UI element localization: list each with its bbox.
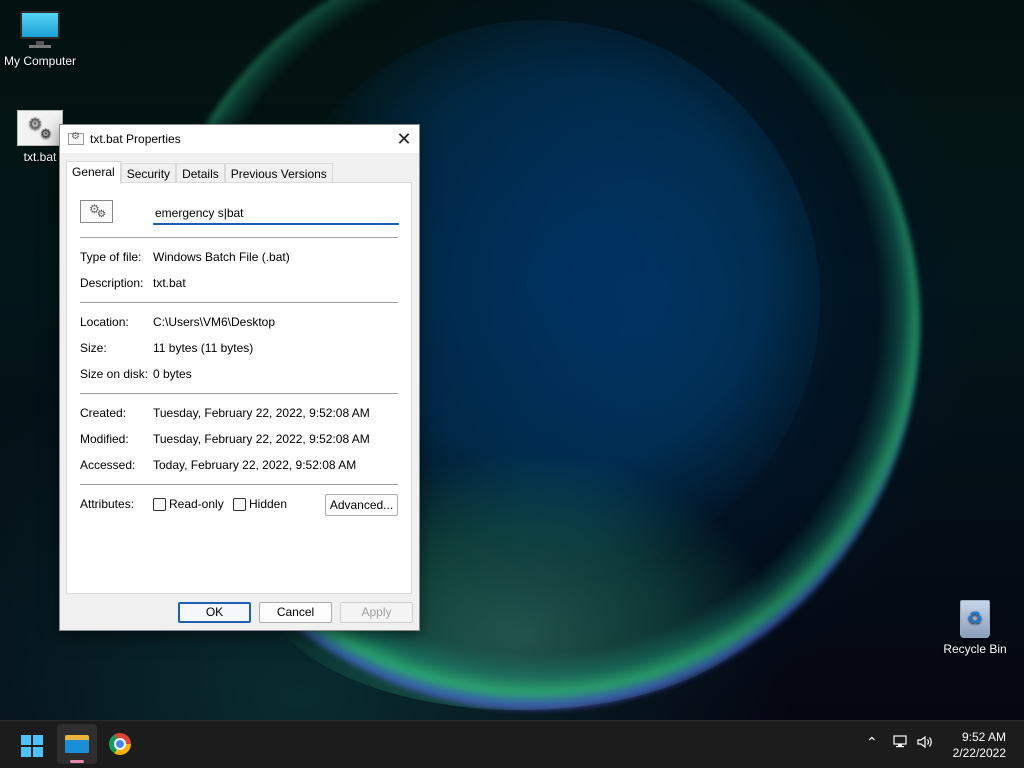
file-type-icon: ⚙ ⚙ [80, 200, 113, 223]
desktop-icon-label: My Computer [3, 54, 77, 68]
tab-previous-versions[interactable]: Previous Versions [224, 163, 333, 184]
location-value: C:\Users\VM6\Desktop [153, 315, 276, 329]
accessed-label: Accessed: [80, 458, 136, 472]
dialog-titlebar[interactable]: ⚙ txt.bat Properties ✕ [60, 125, 419, 153]
accessed-value: Today, February 22, 2022, 9:52:08 AM [153, 458, 357, 472]
volume-icon[interactable] [917, 735, 935, 751]
cancel-button[interactable]: Cancel [259, 602, 332, 623]
apply-button[interactable]: Apply [340, 602, 413, 623]
general-tab-panel: ⚙ ⚙ Type of file: Windows Batch File (.b… [66, 182, 412, 594]
created-label: Created: [80, 406, 127, 420]
chevron-up-icon[interactable]: ⌃ [866, 735, 878, 749]
file-name-input[interactable] [153, 202, 399, 225]
chrome-button[interactable] [100, 724, 140, 764]
hidden-label[interactable]: Hidden [249, 497, 287, 511]
divider [80, 237, 398, 238]
close-button[interactable]: ✕ [389, 125, 419, 153]
read-only-checkbox[interactable] [153, 498, 166, 511]
attributes-label: Attributes: [80, 497, 135, 511]
size-on-disk-label: Size on disk: [80, 367, 149, 381]
close-icon: ✕ [396, 128, 412, 149]
divider [80, 484, 398, 485]
advanced-button[interactable]: Advanced... [325, 494, 398, 516]
monitor-icon [19, 8, 61, 50]
file-explorer-button[interactable] [57, 724, 97, 764]
type-of-file-label: Type of file: [80, 250, 142, 264]
clock-date: 2/22/2022 [952, 746, 1006, 760]
recycle-bin-icon: ♻ [958, 596, 992, 638]
desktop-icon-my-computer[interactable]: My Computer [0, 8, 80, 68]
running-indicator [70, 760, 84, 763]
divider [80, 302, 398, 303]
clock[interactable]: 9:52 AM 2/22/2022 [953, 729, 1006, 761]
tab-bar: General Security Details Previous Versio… [66, 161, 333, 184]
network-icon[interactable] [893, 735, 909, 751]
read-only-label[interactable]: Read-only [169, 497, 224, 511]
clock-time: 9:52 AM [961, 730, 1006, 744]
modified-value: Tuesday, February 22, 2022, 9:52:08 AM [153, 432, 370, 446]
batch-file-icon: ⚙ [68, 132, 84, 145]
size-label: Size: [80, 341, 107, 355]
dialog-title: txt.bat Properties [90, 132, 181, 146]
tab-general[interactable]: General [66, 161, 121, 184]
taskbar: ⌃ 9:52 AM 2/22/2022 [0, 720, 1024, 768]
modified-label: Modified: [80, 432, 129, 446]
tab-security[interactable]: Security [120, 163, 177, 184]
type-of-file-value: Windows Batch File (.bat) [153, 250, 290, 264]
location-label: Location: [80, 315, 129, 329]
batch-file-icon: ⚙ ⚙ [17, 110, 63, 146]
desktop-icon-label: Recycle Bin [943, 642, 1007, 656]
ok-button[interactable]: OK [178, 602, 251, 623]
description-label: Description: [80, 276, 144, 290]
description-value: txt.bat [153, 276, 186, 290]
start-button[interactable] [12, 724, 52, 764]
tab-details[interactable]: Details [176, 163, 225, 184]
hidden-checkbox[interactable] [233, 498, 246, 511]
created-value: Tuesday, February 22, 2022, 9:52:08 AM [153, 406, 370, 420]
desktop-icon-recycle-bin[interactable]: ♻ Recycle Bin [935, 596, 1015, 656]
properties-dialog: ⚙ txt.bat Properties ✕ General Security … [59, 124, 420, 631]
size-on-disk-value: 0 bytes [153, 367, 192, 381]
divider [80, 393, 398, 394]
size-value: 11 bytes (11 bytes) [153, 341, 254, 355]
